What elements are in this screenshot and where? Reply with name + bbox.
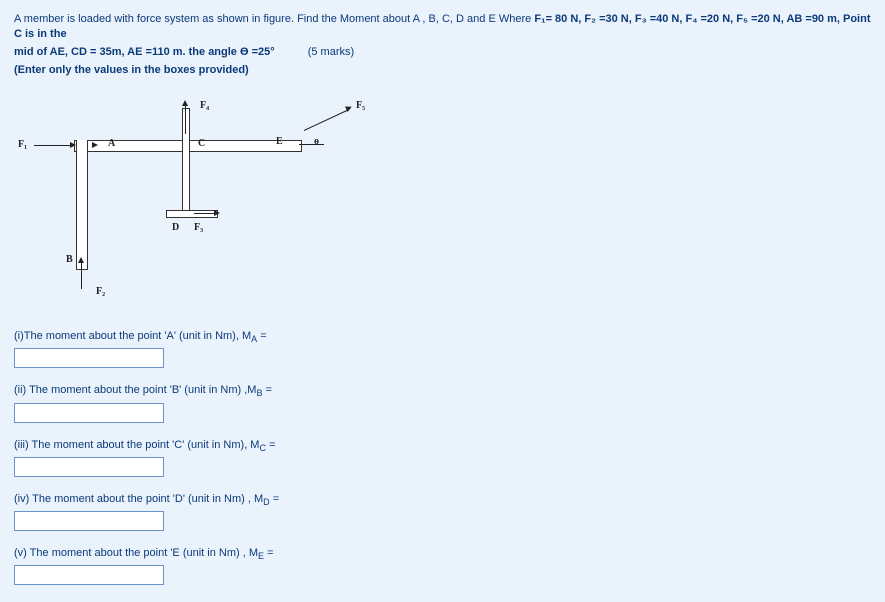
- f1-arrowhead: [70, 142, 76, 148]
- f4-label: F₄: [200, 100, 209, 111]
- b-label: B: [66, 254, 73, 265]
- theta-label: ө: [314, 136, 319, 147]
- vertical-beam: [76, 140, 88, 270]
- question-3: (iii) The moment about the point 'C' (un…: [14, 439, 871, 453]
- f2-arrowhead: [78, 257, 84, 263]
- inner-vertical: [182, 108, 190, 218]
- answer-input-b[interactable]: [14, 403, 164, 423]
- theta-ref: [299, 144, 324, 145]
- f1-label: F₁: [18, 139, 27, 150]
- question-5: (v) The moment about the point 'E (unit …: [14, 547, 871, 561]
- question-1: (i)The moment about the point 'A' (unit …: [14, 330, 871, 344]
- d-label: D: [172, 222, 179, 233]
- f3-arrowhead: [214, 210, 220, 216]
- question-4: (iv) The moment about the point 'D' (uni…: [14, 493, 871, 507]
- answer-input-a[interactable]: [14, 348, 164, 368]
- f5-arrowhead: [345, 104, 353, 112]
- f2-arrow: [81, 259, 82, 289]
- answer-input-c[interactable]: [14, 457, 164, 477]
- force-diagram: F₁ A F₄ C F₅ E ө D F₃ B F₂: [14, 94, 374, 314]
- problem-line2-pre: mid of AE, CD = 35m, AE =110 m. the angl…: [14, 46, 275, 58]
- a-label: A: [108, 138, 115, 149]
- f1-arrow: [34, 145, 74, 146]
- question-2: (ii) The moment about the point 'B' (uni…: [14, 384, 871, 398]
- f4-arrowhead: [182, 100, 188, 106]
- f2-label: F₂: [96, 286, 105, 297]
- e-label: E: [276, 136, 283, 147]
- f3-label: F₃: [194, 222, 203, 233]
- f5-arrow: [304, 109, 350, 131]
- c-label: C: [198, 138, 205, 149]
- marks: (5 marks): [308, 46, 354, 58]
- answer-input-d[interactable]: [14, 511, 164, 531]
- f4-arrow: [185, 104, 186, 134]
- f5-label: F₅: [356, 100, 365, 111]
- problem-line1-pre: A member is loaded with force system as …: [14, 13, 534, 25]
- problem-line2: mid of AE, CD = 35m, AE =110 m. the angl…: [14, 45, 871, 60]
- f1-arrowhead2: [92, 142, 98, 148]
- answer-input-e[interactable]: [14, 565, 164, 585]
- problem-statement: A member is loaded with force system as …: [14, 12, 871, 43]
- instruction: (Enter only the values in the boxes prov…: [14, 64, 871, 76]
- inner-horizontal: [166, 210, 218, 218]
